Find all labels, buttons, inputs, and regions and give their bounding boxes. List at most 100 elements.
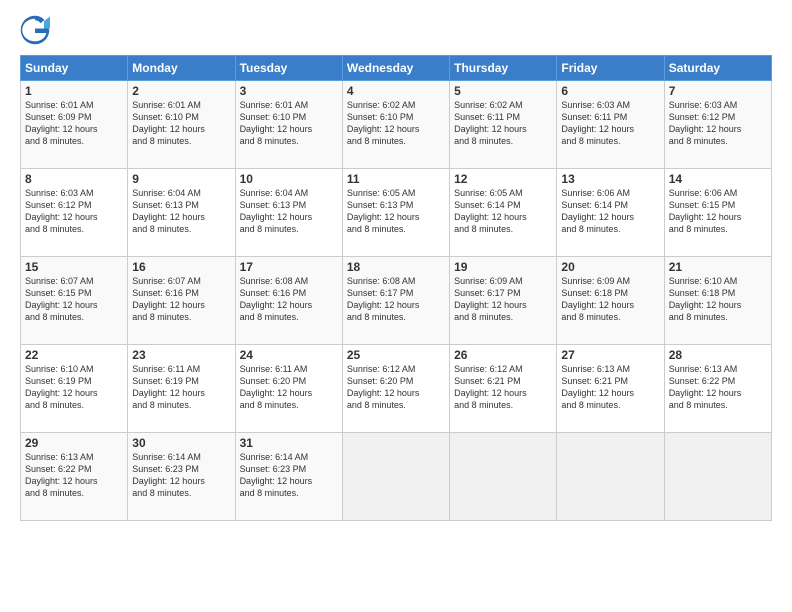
day-number: 14 [669, 172, 767, 186]
day-of-week-header: Tuesday [235, 56, 342, 81]
day-info: Sunrise: 6:09 AMSunset: 6:18 PMDaylight:… [561, 275, 659, 324]
day-info: Sunrise: 6:13 AMSunset: 6:22 PMDaylight:… [669, 363, 767, 412]
calendar-day-cell [664, 433, 771, 521]
day-info: Sunrise: 6:03 AMSunset: 6:12 PMDaylight:… [25, 187, 123, 236]
calendar-day-cell: 20Sunrise: 6:09 AMSunset: 6:18 PMDayligh… [557, 257, 664, 345]
calendar-week-row: 8Sunrise: 6:03 AMSunset: 6:12 PMDaylight… [21, 169, 772, 257]
day-info: Sunrise: 6:14 AMSunset: 6:23 PMDaylight:… [132, 451, 230, 500]
calendar-day-cell: 18Sunrise: 6:08 AMSunset: 6:17 PMDayligh… [342, 257, 449, 345]
header [20, 15, 772, 45]
calendar-day-cell: 7Sunrise: 6:03 AMSunset: 6:12 PMDaylight… [664, 81, 771, 169]
calendar-day-cell: 11Sunrise: 6:05 AMSunset: 6:13 PMDayligh… [342, 169, 449, 257]
calendar-day-cell: 6Sunrise: 6:03 AMSunset: 6:11 PMDaylight… [557, 81, 664, 169]
day-number: 19 [454, 260, 552, 274]
day-info: Sunrise: 6:02 AMSunset: 6:11 PMDaylight:… [454, 99, 552, 148]
calendar-day-cell [557, 433, 664, 521]
day-info: Sunrise: 6:04 AMSunset: 6:13 PMDaylight:… [240, 187, 338, 236]
calendar-day-cell: 30Sunrise: 6:14 AMSunset: 6:23 PMDayligh… [128, 433, 235, 521]
day-number: 27 [561, 348, 659, 362]
day-of-week-header: Wednesday [342, 56, 449, 81]
calendar-day-cell: 8Sunrise: 6:03 AMSunset: 6:12 PMDaylight… [21, 169, 128, 257]
day-number: 26 [454, 348, 552, 362]
day-number: 3 [240, 84, 338, 98]
day-number: 8 [25, 172, 123, 186]
day-of-week-header: Thursday [450, 56, 557, 81]
calendar-day-cell: 2Sunrise: 6:01 AMSunset: 6:10 PMDaylight… [128, 81, 235, 169]
day-number: 16 [132, 260, 230, 274]
day-number: 4 [347, 84, 445, 98]
day-info: Sunrise: 6:05 AMSunset: 6:13 PMDaylight:… [347, 187, 445, 236]
day-of-week-header: Friday [557, 56, 664, 81]
day-number: 29 [25, 436, 123, 450]
logo [20, 15, 56, 45]
calendar-header: SundayMondayTuesdayWednesdayThursdayFrid… [21, 56, 772, 81]
day-number: 1 [25, 84, 123, 98]
day-info: Sunrise: 6:03 AMSunset: 6:11 PMDaylight:… [561, 99, 659, 148]
calendar-day-cell: 17Sunrise: 6:08 AMSunset: 6:16 PMDayligh… [235, 257, 342, 345]
day-info: Sunrise: 6:04 AMSunset: 6:13 PMDaylight:… [132, 187, 230, 236]
day-number: 2 [132, 84, 230, 98]
calendar-day-cell: 5Sunrise: 6:02 AMSunset: 6:11 PMDaylight… [450, 81, 557, 169]
calendar-week-row: 22Sunrise: 6:10 AMSunset: 6:19 PMDayligh… [21, 345, 772, 433]
calendar-day-cell: 15Sunrise: 6:07 AMSunset: 6:15 PMDayligh… [21, 257, 128, 345]
calendar-table: SundayMondayTuesdayWednesdayThursdayFrid… [20, 55, 772, 521]
calendar-day-cell: 23Sunrise: 6:11 AMSunset: 6:19 PMDayligh… [128, 345, 235, 433]
day-number: 15 [25, 260, 123, 274]
calendar-day-cell: 16Sunrise: 6:07 AMSunset: 6:16 PMDayligh… [128, 257, 235, 345]
calendar-day-cell: 14Sunrise: 6:06 AMSunset: 6:15 PMDayligh… [664, 169, 771, 257]
day-number: 13 [561, 172, 659, 186]
day-info: Sunrise: 6:07 AMSunset: 6:16 PMDaylight:… [132, 275, 230, 324]
day-info: Sunrise: 6:08 AMSunset: 6:17 PMDaylight:… [347, 275, 445, 324]
day-of-week-header: Saturday [664, 56, 771, 81]
day-number: 20 [561, 260, 659, 274]
calendar-day-cell: 9Sunrise: 6:04 AMSunset: 6:13 PMDaylight… [128, 169, 235, 257]
calendar-day-cell [342, 433, 449, 521]
day-info: Sunrise: 6:08 AMSunset: 6:16 PMDaylight:… [240, 275, 338, 324]
calendar-day-cell: 4Sunrise: 6:02 AMSunset: 6:10 PMDaylight… [342, 81, 449, 169]
day-number: 10 [240, 172, 338, 186]
day-number: 23 [132, 348, 230, 362]
calendar-day-cell [450, 433, 557, 521]
calendar-week-row: 1Sunrise: 6:01 AMSunset: 6:09 PMDaylight… [21, 81, 772, 169]
day-info: Sunrise: 6:14 AMSunset: 6:23 PMDaylight:… [240, 451, 338, 500]
calendar-day-cell: 19Sunrise: 6:09 AMSunset: 6:17 PMDayligh… [450, 257, 557, 345]
day-info: Sunrise: 6:10 AMSunset: 6:19 PMDaylight:… [25, 363, 123, 412]
day-number: 28 [669, 348, 767, 362]
calendar-day-cell: 12Sunrise: 6:05 AMSunset: 6:14 PMDayligh… [450, 169, 557, 257]
calendar-day-cell: 22Sunrise: 6:10 AMSunset: 6:19 PMDayligh… [21, 345, 128, 433]
day-info: Sunrise: 6:03 AMSunset: 6:12 PMDaylight:… [669, 99, 767, 148]
day-number: 25 [347, 348, 445, 362]
day-number: 9 [132, 172, 230, 186]
day-number: 24 [240, 348, 338, 362]
day-info: Sunrise: 6:10 AMSunset: 6:18 PMDaylight:… [669, 275, 767, 324]
day-number: 6 [561, 84, 659, 98]
day-of-week-header: Monday [128, 56, 235, 81]
calendar-body: 1Sunrise: 6:01 AMSunset: 6:09 PMDaylight… [21, 81, 772, 521]
day-info: Sunrise: 6:02 AMSunset: 6:10 PMDaylight:… [347, 99, 445, 148]
calendar-day-cell: 31Sunrise: 6:14 AMSunset: 6:23 PMDayligh… [235, 433, 342, 521]
day-of-week-header: Sunday [21, 56, 128, 81]
day-info: Sunrise: 6:12 AMSunset: 6:21 PMDaylight:… [454, 363, 552, 412]
calendar-day-cell: 1Sunrise: 6:01 AMSunset: 6:09 PMDaylight… [21, 81, 128, 169]
calendar-day-cell: 24Sunrise: 6:11 AMSunset: 6:20 PMDayligh… [235, 345, 342, 433]
day-info: Sunrise: 6:13 AMSunset: 6:22 PMDaylight:… [25, 451, 123, 500]
logo-icon [20, 15, 50, 45]
calendar-day-cell: 28Sunrise: 6:13 AMSunset: 6:22 PMDayligh… [664, 345, 771, 433]
day-number: 11 [347, 172, 445, 186]
calendar-week-row: 29Sunrise: 6:13 AMSunset: 6:22 PMDayligh… [21, 433, 772, 521]
day-number: 31 [240, 436, 338, 450]
day-number: 30 [132, 436, 230, 450]
day-info: Sunrise: 6:12 AMSunset: 6:20 PMDaylight:… [347, 363, 445, 412]
day-number: 17 [240, 260, 338, 274]
day-info: Sunrise: 6:05 AMSunset: 6:14 PMDaylight:… [454, 187, 552, 236]
calendar-page: SundayMondayTuesdayWednesdayThursdayFrid… [0, 0, 792, 612]
calendar-day-cell: 13Sunrise: 6:06 AMSunset: 6:14 PMDayligh… [557, 169, 664, 257]
day-number: 12 [454, 172, 552, 186]
day-info: Sunrise: 6:09 AMSunset: 6:17 PMDaylight:… [454, 275, 552, 324]
calendar-day-cell: 27Sunrise: 6:13 AMSunset: 6:21 PMDayligh… [557, 345, 664, 433]
day-info: Sunrise: 6:01 AMSunset: 6:10 PMDaylight:… [132, 99, 230, 148]
calendar-day-cell: 3Sunrise: 6:01 AMSunset: 6:10 PMDaylight… [235, 81, 342, 169]
calendar-day-cell: 26Sunrise: 6:12 AMSunset: 6:21 PMDayligh… [450, 345, 557, 433]
day-info: Sunrise: 6:06 AMSunset: 6:15 PMDaylight:… [669, 187, 767, 236]
day-info: Sunrise: 6:11 AMSunset: 6:19 PMDaylight:… [132, 363, 230, 412]
